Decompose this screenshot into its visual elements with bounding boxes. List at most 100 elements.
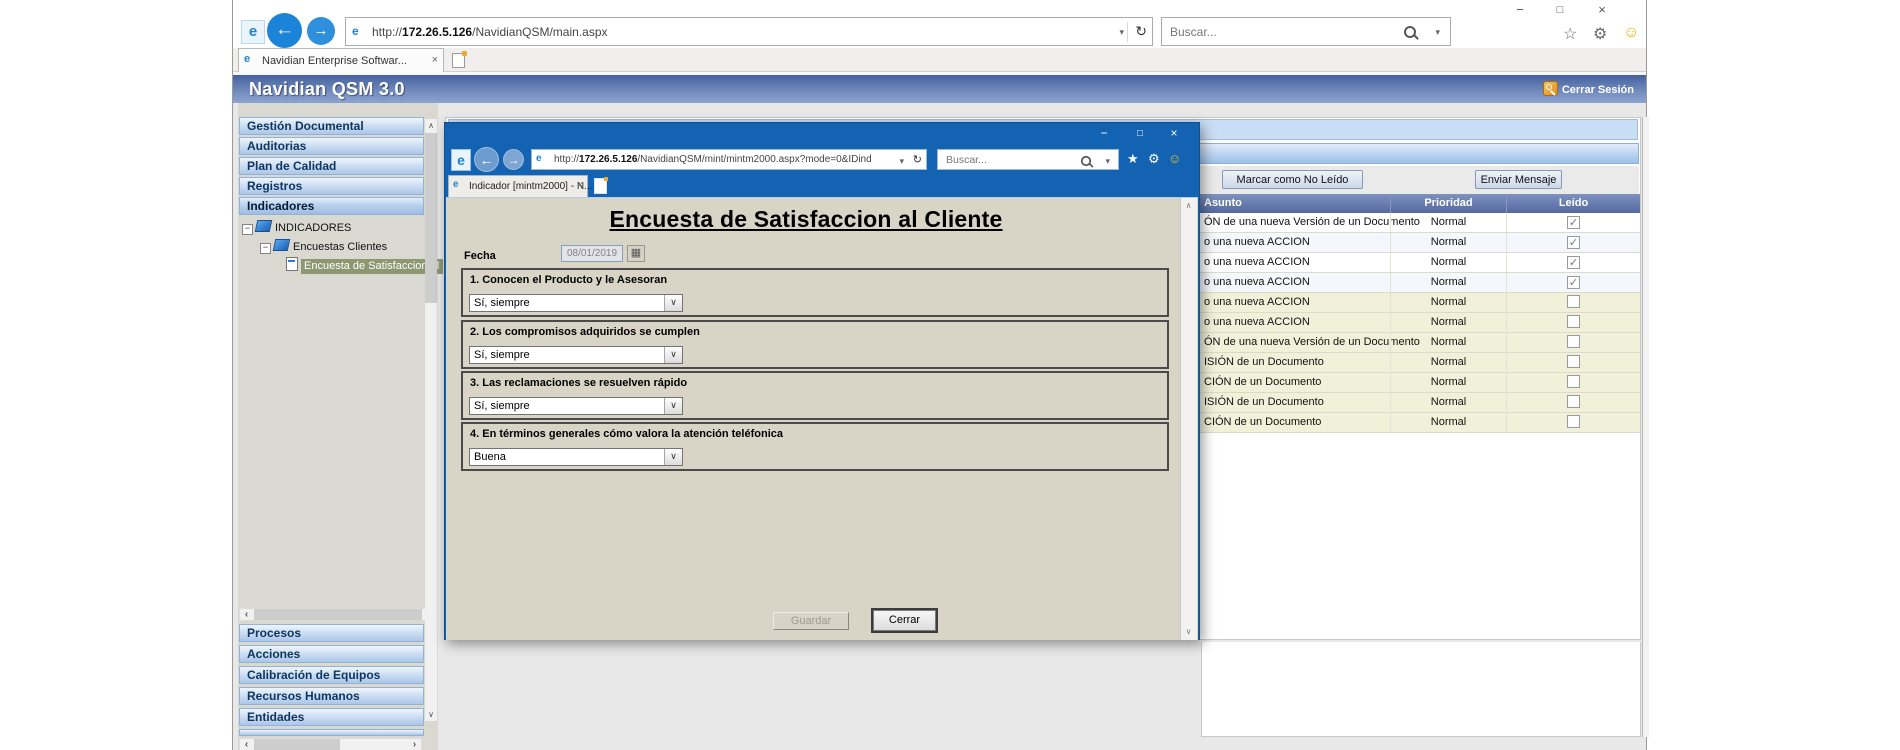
tree-collapse-icon[interactable]: − <box>260 243 271 254</box>
read-checkbox[interactable] <box>1567 375 1580 388</box>
content-scrollbar-vertical[interactable] <box>1642 117 1649 737</box>
tree-node-indicadores[interactable]: −INDICADORES <box>242 220 351 235</box>
logout-button[interactable]: Cerrar Sesión <box>1543 81 1634 96</box>
cell-asunto: ISIÓN de un Documento <box>1204 353 1324 372</box>
read-checkbox[interactable] <box>1567 295 1580 308</box>
favorites-star-icon[interactable]: ☆ <box>1563 24 1577 44</box>
settings-gear-icon[interactable]: ⚙ <box>1593 24 1607 44</box>
cell-prioridad: Normal <box>1390 313 1507 332</box>
sidebar-item-acciones[interactable]: Acciones <box>239 645 424 663</box>
mark-unread-button[interactable]: Marcar como No Leído <box>1222 170 1363 189</box>
scroll-left-icon[interactable]: ‹ <box>240 739 253 750</box>
read-checkbox[interactable]: ✓ <box>1567 236 1580 249</box>
search-icon[interactable] <box>1081 156 1091 166</box>
url-dropdown-icon[interactable]: ▾ <box>899 156 904 167</box>
tree-collapse-icon[interactable]: − <box>242 224 253 235</box>
scroll-up-icon[interactable]: ∧ <box>425 119 437 132</box>
column-header-leido[interactable]: Leído <box>1507 197 1640 209</box>
scrollbar-thumb[interactable] <box>254 609 422 620</box>
popup-tab[interactable]: e Indicador [mintm2000] - N... × <box>448 175 588 197</box>
tree-node-encuestas-clientes[interactable]: −Encuestas Clientes <box>260 239 387 254</box>
question-4-select[interactable]: Buena ∨ <box>469 448 683 466</box>
cell-leido <box>1507 353 1640 372</box>
column-header-asunto[interactable]: Asunto <box>1204 197 1242 209</box>
window-close-button[interactable]: × <box>1588 2 1616 18</box>
sidebar-item-indicadores[interactable]: Indicadores <box>239 197 424 215</box>
scrollbar-thumb[interactable] <box>425 133 437 303</box>
read-checkbox[interactable] <box>1567 315 1580 328</box>
cell-leido <box>1507 373 1640 392</box>
popup-back-button[interactable]: ← <box>474 147 499 172</box>
sidebar-item-calibracion-de-equipos[interactable]: Calibración de Equipos <box>239 666 424 684</box>
scroll-right-icon[interactable]: › <box>408 739 421 750</box>
chevron-down-icon[interactable]: ∨ <box>664 449 682 465</box>
popup-maximize-button[interactable]: □ <box>1127 126 1153 141</box>
popup-forward-button[interactable]: → <box>503 149 524 170</box>
sidebar-item-plan-de-calidad[interactable]: Plan de Calidad <box>239 157 424 175</box>
sidebar-item-gestion-documental[interactable]: Gestión Documental <box>239 117 424 135</box>
question-1-select[interactable]: Sí, siempre ∨ <box>469 294 683 312</box>
cell-leido <box>1507 293 1640 312</box>
sidebar-item-procesos[interactable]: Procesos <box>239 624 424 642</box>
popup-scrollbar-vertical[interactable]: ∧ ∨ <box>1180 198 1197 640</box>
scroll-up-icon[interactable]: ∧ <box>1181 199 1196 213</box>
question-3-select[interactable]: Sí, siempre ∨ <box>469 397 683 415</box>
tab-close-icon[interactable]: × <box>577 180 583 191</box>
refresh-icon[interactable]: ↻ <box>1135 23 1147 40</box>
scroll-down-icon[interactable]: ∨ <box>425 708 437 721</box>
popup-close-button[interactable]: × <box>1161 126 1187 141</box>
search-dropdown-icon[interactable]: ▾ <box>1105 156 1110 167</box>
feedback-smiley-icon[interactable]: ☺ <box>1168 151 1181 166</box>
scrollbar-thumb[interactable] <box>254 739 340 750</box>
scroll-down-icon[interactable]: ∨ <box>1181 625 1196 639</box>
sidebar-scrollbar-vertical[interactable]: ∧ ∨ <box>425 119 437 721</box>
sidebar-item-clipped[interactable] <box>239 729 424 736</box>
calendar-icon[interactable]: ▦ <box>627 245 645 262</box>
scroll-left-icon[interactable]: ‹ <box>240 609 253 621</box>
url-dropdown-icon[interactable]: ▾ <box>1119 27 1124 38</box>
read-checkbox[interactable]: ✓ <box>1567 276 1580 289</box>
sidebar-scrollbar-horizontal[interactable]: ‹ <box>239 608 435 621</box>
new-tab-button[interactable] <box>452 53 465 68</box>
chevron-down-icon[interactable]: ∨ <box>664 347 682 363</box>
read-checkbox[interactable] <box>1567 335 1580 348</box>
fecha-input[interactable]: 08/01/2019 <box>561 245 623 262</box>
browser-tab[interactable]: e Navidian Enterprise Softwar... × <box>238 48 444 72</box>
forward-button[interactable]: → <box>307 17 335 45</box>
sidebar-scrollbar-horizontal-bottom[interactable]: ‹ › <box>239 738 422 750</box>
tab-close-icon[interactable]: × <box>432 54 438 66</box>
column-header-prioridad[interactable]: Prioridad <box>1390 197 1507 213</box>
address-bar[interactable]: e http://172.26.5.126/NavidianQSM/main.a… <box>345 17 1153 46</box>
tree-node-encuesta-satisfaccion[interactable]: Encuesta de Satisfaccion al <box>286 257 443 272</box>
popup-search-box[interactable]: Buscar... ▾ <box>937 149 1119 170</box>
back-button[interactable]: ← <box>267 13 302 48</box>
read-checkbox[interactable] <box>1567 355 1580 368</box>
settings-gear-icon[interactable]: ⚙ <box>1148 151 1160 167</box>
read-checkbox[interactable] <box>1567 395 1580 408</box>
chevron-down-icon[interactable]: ∨ <box>664 295 682 311</box>
window-maximize-button[interactable]: □ <box>1546 2 1574 18</box>
send-message-button[interactable]: Enviar Mensaje <box>1475 170 1562 189</box>
new-tab-button[interactable] <box>594 178 607 194</box>
search-dropdown-icon[interactable]: ▾ <box>1435 27 1440 38</box>
refresh-icon[interactable]: ↻ <box>913 153 922 166</box>
read-checkbox[interactable]: ✓ <box>1567 256 1580 269</box>
sidebar-item-auditorias[interactable]: Auditorias <box>239 137 424 155</box>
sidebar-item-entidades[interactable]: Entidades <box>239 708 424 726</box>
read-checkbox[interactable]: ✓ <box>1567 216 1580 229</box>
popup-address-bar[interactable]: e http://172.26.5.126/NavidianQSM/mint/m… <box>531 149 927 170</box>
messages-panel-lower <box>1201 642 1641 737</box>
read-checkbox[interactable] <box>1567 415 1580 428</box>
feedback-smiley-icon[interactable]: ☺ <box>1623 24 1639 42</box>
popup-minimize-button[interactable]: − <box>1091 126 1117 141</box>
favorites-star-icon[interactable]: ★ <box>1127 151 1139 167</box>
close-survey-button[interactable]: Cerrar <box>873 610 936 631</box>
chevron-down-icon[interactable]: ∨ <box>664 398 682 414</box>
sidebar-item-registros[interactable]: Registros <box>239 177 424 195</box>
question-label: 1. Conocen el Producto y le Asesoran <box>470 274 667 286</box>
search-icon[interactable] <box>1404 26 1416 38</box>
search-box[interactable]: Buscar... ▾ <box>1161 17 1451 46</box>
window-minimize-button[interactable]: − <box>1506 2 1534 18</box>
question-2-select[interactable]: Sí, siempre ∨ <box>469 346 683 364</box>
sidebar-item-recursos-humanos[interactable]: Recursos Humanos <box>239 687 424 705</box>
